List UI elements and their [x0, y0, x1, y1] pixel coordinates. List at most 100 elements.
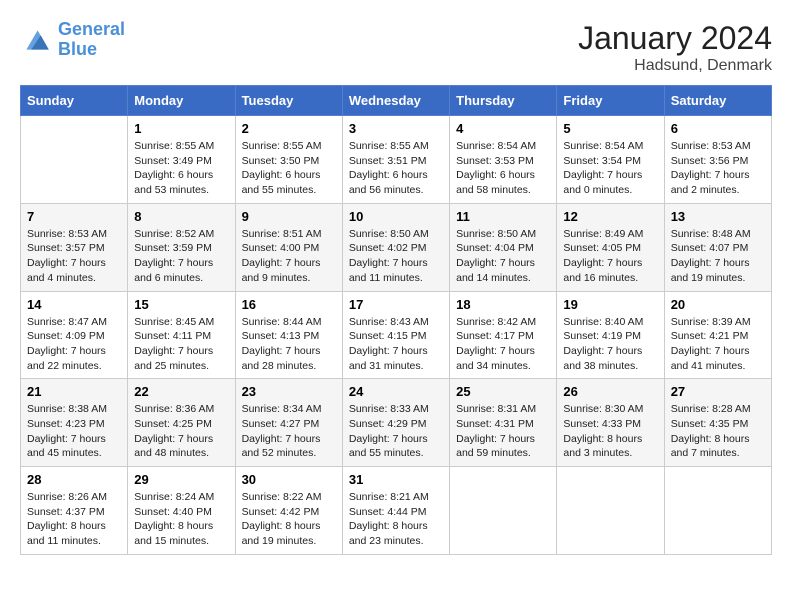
day-info: Sunrise: 8:24 AM Sunset: 4:40 PM Dayligh… [134, 490, 228, 549]
page-header: General Blue January 2024 Hadsund, Denma… [20, 20, 772, 75]
day-info: Sunrise: 8:49 AM Sunset: 4:05 PM Dayligh… [563, 227, 657, 286]
day-info: Sunrise: 8:53 AM Sunset: 3:57 PM Dayligh… [27, 227, 121, 286]
day-info: Sunrise: 8:30 AM Sunset: 4:33 PM Dayligh… [563, 402, 657, 461]
day-number: 23 [242, 384, 336, 399]
week-row-2: 14 Sunrise: 8:47 AM Sunset: 4:09 PM Dayli… [21, 291, 772, 379]
logo-text: General Blue [58, 20, 125, 60]
day-number: 14 [27, 297, 121, 312]
day-cell: 19Sunrise: 8:40 AM Sunset: 4:19 PM Dayli… [557, 291, 664, 379]
day-cell: 24 Sunrise: 8:33 AM Sunset: 4:29 PM Dayli… [342, 379, 449, 467]
day-info: Sunrise: 8:26 AM Sunset: 4:37 PM Dayligh… [27, 490, 121, 549]
day-info: Sunrise: 8:54 AM Sunset: 3:53 PM Dayligh… [456, 139, 550, 198]
day-info: Sunrise: 8:36 AM Sunset: 4:25 PM Dayligh… [134, 402, 228, 461]
month-title: January 2024 [578, 20, 772, 57]
calendar-table: Sunday Monday Tuesday Wednesday Thursday… [20, 85, 772, 555]
day-info: Sunrise: 8:31 AM Sunset: 4:31 PM Dayligh… [456, 402, 550, 461]
day-info: Sunrise: 8:42 AM Sunset: 4:17 PM Dayligh… [456, 315, 550, 374]
day-number: 29 [134, 472, 228, 487]
week-row-4: 28 Sunrise: 8:26 AM Sunset: 4:37 PM Dayli… [21, 467, 772, 555]
day-number: 17 [349, 297, 443, 312]
header-row: Sunday Monday Tuesday Wednesday Thursday… [21, 86, 772, 116]
day-cell: 4 Sunrise: 8:54 AM Sunset: 3:53 PM Daylig… [450, 116, 557, 204]
day-info: Sunrise: 8:55 AM Sunset: 3:49 PM Dayligh… [134, 139, 228, 198]
day-number: 27 [671, 384, 765, 399]
day-cell [664, 467, 771, 555]
day-cell: 7 Sunrise: 8:53 AM Sunset: 3:57 PM Daylig… [21, 203, 128, 291]
day-cell [450, 467, 557, 555]
day-number: 4 [456, 121, 550, 136]
day-cell: 12 Sunrise: 8:49 AM Sunset: 4:05 PM Dayli… [557, 203, 664, 291]
day-cell: 31Sunrise: 8:21 AM Sunset: 4:44 PM Dayli… [342, 467, 449, 555]
day-number: 26 [563, 384, 657, 399]
day-number: 2 [242, 121, 336, 136]
day-number: 22 [134, 384, 228, 399]
day-cell: 11Sunrise: 8:50 AM Sunset: 4:04 PM Dayli… [450, 203, 557, 291]
header-sunday: Sunday [21, 86, 128, 116]
day-cell: 30 Sunrise: 8:22 AM Sunset: 4:42 PM Dayli… [235, 467, 342, 555]
header-tuesday: Tuesday [235, 86, 342, 116]
day-cell: 17Sunrise: 8:43 AM Sunset: 4:15 PM Dayli… [342, 291, 449, 379]
day-number: 30 [242, 472, 336, 487]
header-saturday: Saturday [664, 86, 771, 116]
day-info: Sunrise: 8:45 AM Sunset: 4:11 PM Dayligh… [134, 315, 228, 374]
day-cell [21, 116, 128, 204]
week-row-0: 1 Sunrise: 8:55 AM Sunset: 3:49 PM Daylig… [21, 116, 772, 204]
day-info: Sunrise: 8:33 AM Sunset: 4:29 PM Dayligh… [349, 402, 443, 461]
day-number: 10 [349, 209, 443, 224]
day-cell: 13Sunrise: 8:48 AM Sunset: 4:07 PM Dayli… [664, 203, 771, 291]
day-number: 16 [242, 297, 336, 312]
day-info: Sunrise: 8:55 AM Sunset: 3:51 PM Dayligh… [349, 139, 443, 198]
day-cell: 16 Sunrise: 8:44 AM Sunset: 4:13 PM Dayli… [235, 291, 342, 379]
day-info: Sunrise: 8:52 AM Sunset: 3:59 PM Dayligh… [134, 227, 228, 286]
header-wednesday: Wednesday [342, 86, 449, 116]
day-number: 7 [27, 209, 121, 224]
day-cell: 22 Sunrise: 8:36 AM Sunset: 4:25 PM Dayli… [128, 379, 235, 467]
day-info: Sunrise: 8:28 AM Sunset: 4:35 PM Dayligh… [671, 402, 765, 461]
day-number: 15 [134, 297, 228, 312]
day-cell: 21Sunrise: 8:38 AM Sunset: 4:23 PM Dayli… [21, 379, 128, 467]
day-cell: 15 Sunrise: 8:45 AM Sunset: 4:11 PM Dayli… [128, 291, 235, 379]
day-number: 1 [134, 121, 228, 136]
day-cell: 20 Sunrise: 8:39 AM Sunset: 4:21 PM Dayli… [664, 291, 771, 379]
day-number: 9 [242, 209, 336, 224]
day-info: Sunrise: 8:55 AM Sunset: 3:50 PM Dayligh… [242, 139, 336, 198]
header-monday: Monday [128, 86, 235, 116]
day-info: Sunrise: 8:47 AM Sunset: 4:09 PM Dayligh… [27, 315, 121, 374]
day-cell: 28 Sunrise: 8:26 AM Sunset: 4:37 PM Dayli… [21, 467, 128, 555]
day-cell: 6Sunrise: 8:53 AM Sunset: 3:56 PM Daylig… [664, 116, 771, 204]
day-cell: 8Sunrise: 8:52 AM Sunset: 3:59 PM Daylig… [128, 203, 235, 291]
day-info: Sunrise: 8:51 AM Sunset: 4:00 PM Dayligh… [242, 227, 336, 286]
day-number: 11 [456, 209, 550, 224]
day-cell: 25Sunrise: 8:31 AM Sunset: 4:31 PM Dayli… [450, 379, 557, 467]
week-row-3: 21Sunrise: 8:38 AM Sunset: 4:23 PM Dayli… [21, 379, 772, 467]
week-row-1: 7 Sunrise: 8:53 AM Sunset: 3:57 PM Daylig… [21, 203, 772, 291]
day-info: Sunrise: 8:38 AM Sunset: 4:23 PM Dayligh… [27, 402, 121, 461]
day-number: 12 [563, 209, 657, 224]
day-cell: 27 Sunrise: 8:28 AM Sunset: 4:35 PM Dayli… [664, 379, 771, 467]
header-friday: Friday [557, 86, 664, 116]
day-info: Sunrise: 8:39 AM Sunset: 4:21 PM Dayligh… [671, 315, 765, 374]
day-cell: 23 Sunrise: 8:34 AM Sunset: 4:27 PM Dayli… [235, 379, 342, 467]
day-number: 28 [27, 472, 121, 487]
day-number: 24 [349, 384, 443, 399]
day-number: 18 [456, 297, 550, 312]
day-cell: 1 Sunrise: 8:55 AM Sunset: 3:49 PM Daylig… [128, 116, 235, 204]
day-cell: 18 Sunrise: 8:42 AM Sunset: 4:17 PM Dayli… [450, 291, 557, 379]
day-info: Sunrise: 8:48 AM Sunset: 4:07 PM Dayligh… [671, 227, 765, 286]
day-cell [557, 467, 664, 555]
logo-icon [20, 24, 52, 56]
day-info: Sunrise: 8:44 AM Sunset: 4:13 PM Dayligh… [242, 315, 336, 374]
day-info: Sunrise: 8:22 AM Sunset: 4:42 PM Dayligh… [242, 490, 336, 549]
logo-line2: Blue [58, 39, 97, 59]
day-info: Sunrise: 8:53 AM Sunset: 3:56 PM Dayligh… [671, 139, 765, 198]
day-number: 20 [671, 297, 765, 312]
day-cell: 26 Sunrise: 8:30 AM Sunset: 4:33 PM Dayli… [557, 379, 664, 467]
day-info: Sunrise: 8:40 AM Sunset: 4:19 PM Dayligh… [563, 315, 657, 374]
day-info: Sunrise: 8:34 AM Sunset: 4:27 PM Dayligh… [242, 402, 336, 461]
title-area: January 2024 Hadsund, Denmark [578, 20, 772, 75]
day-cell: 3Sunrise: 8:55 AM Sunset: 3:51 PM Daylig… [342, 116, 449, 204]
day-info: Sunrise: 8:21 AM Sunset: 4:44 PM Dayligh… [349, 490, 443, 549]
header-thursday: Thursday [450, 86, 557, 116]
day-number: 5 [563, 121, 657, 136]
logo: General Blue [20, 20, 125, 60]
